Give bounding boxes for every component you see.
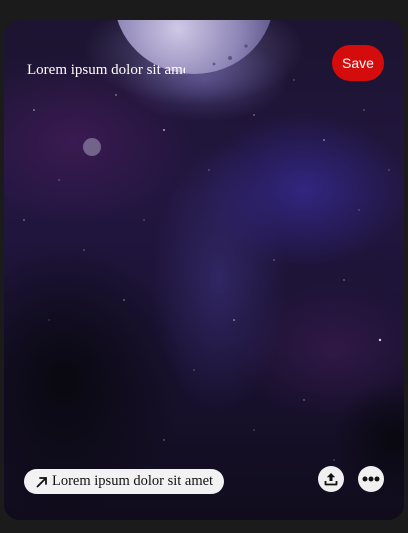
small-planet [83, 138, 101, 156]
space-scene [4, 20, 404, 520]
more-horizontal-icon [362, 476, 380, 482]
pin-title: Lorem ipsum dolor sit amet [27, 62, 185, 78]
pin-link-text: Lorem ipsum dolor sit amet [52, 473, 214, 489]
share-button[interactable] [318, 466, 344, 492]
share-upload-icon [324, 473, 338, 486]
pin-link[interactable]: Lorem ipsum dolor sit amet [24, 469, 224, 494]
save-button[interactable]: Save [332, 45, 384, 81]
pin-card[interactable]: Lorem ipsum dolor sit amet Save Lorem ip… [4, 20, 404, 520]
arrow-up-right-icon [36, 476, 47, 487]
more-options-button[interactable] [358, 466, 384, 492]
